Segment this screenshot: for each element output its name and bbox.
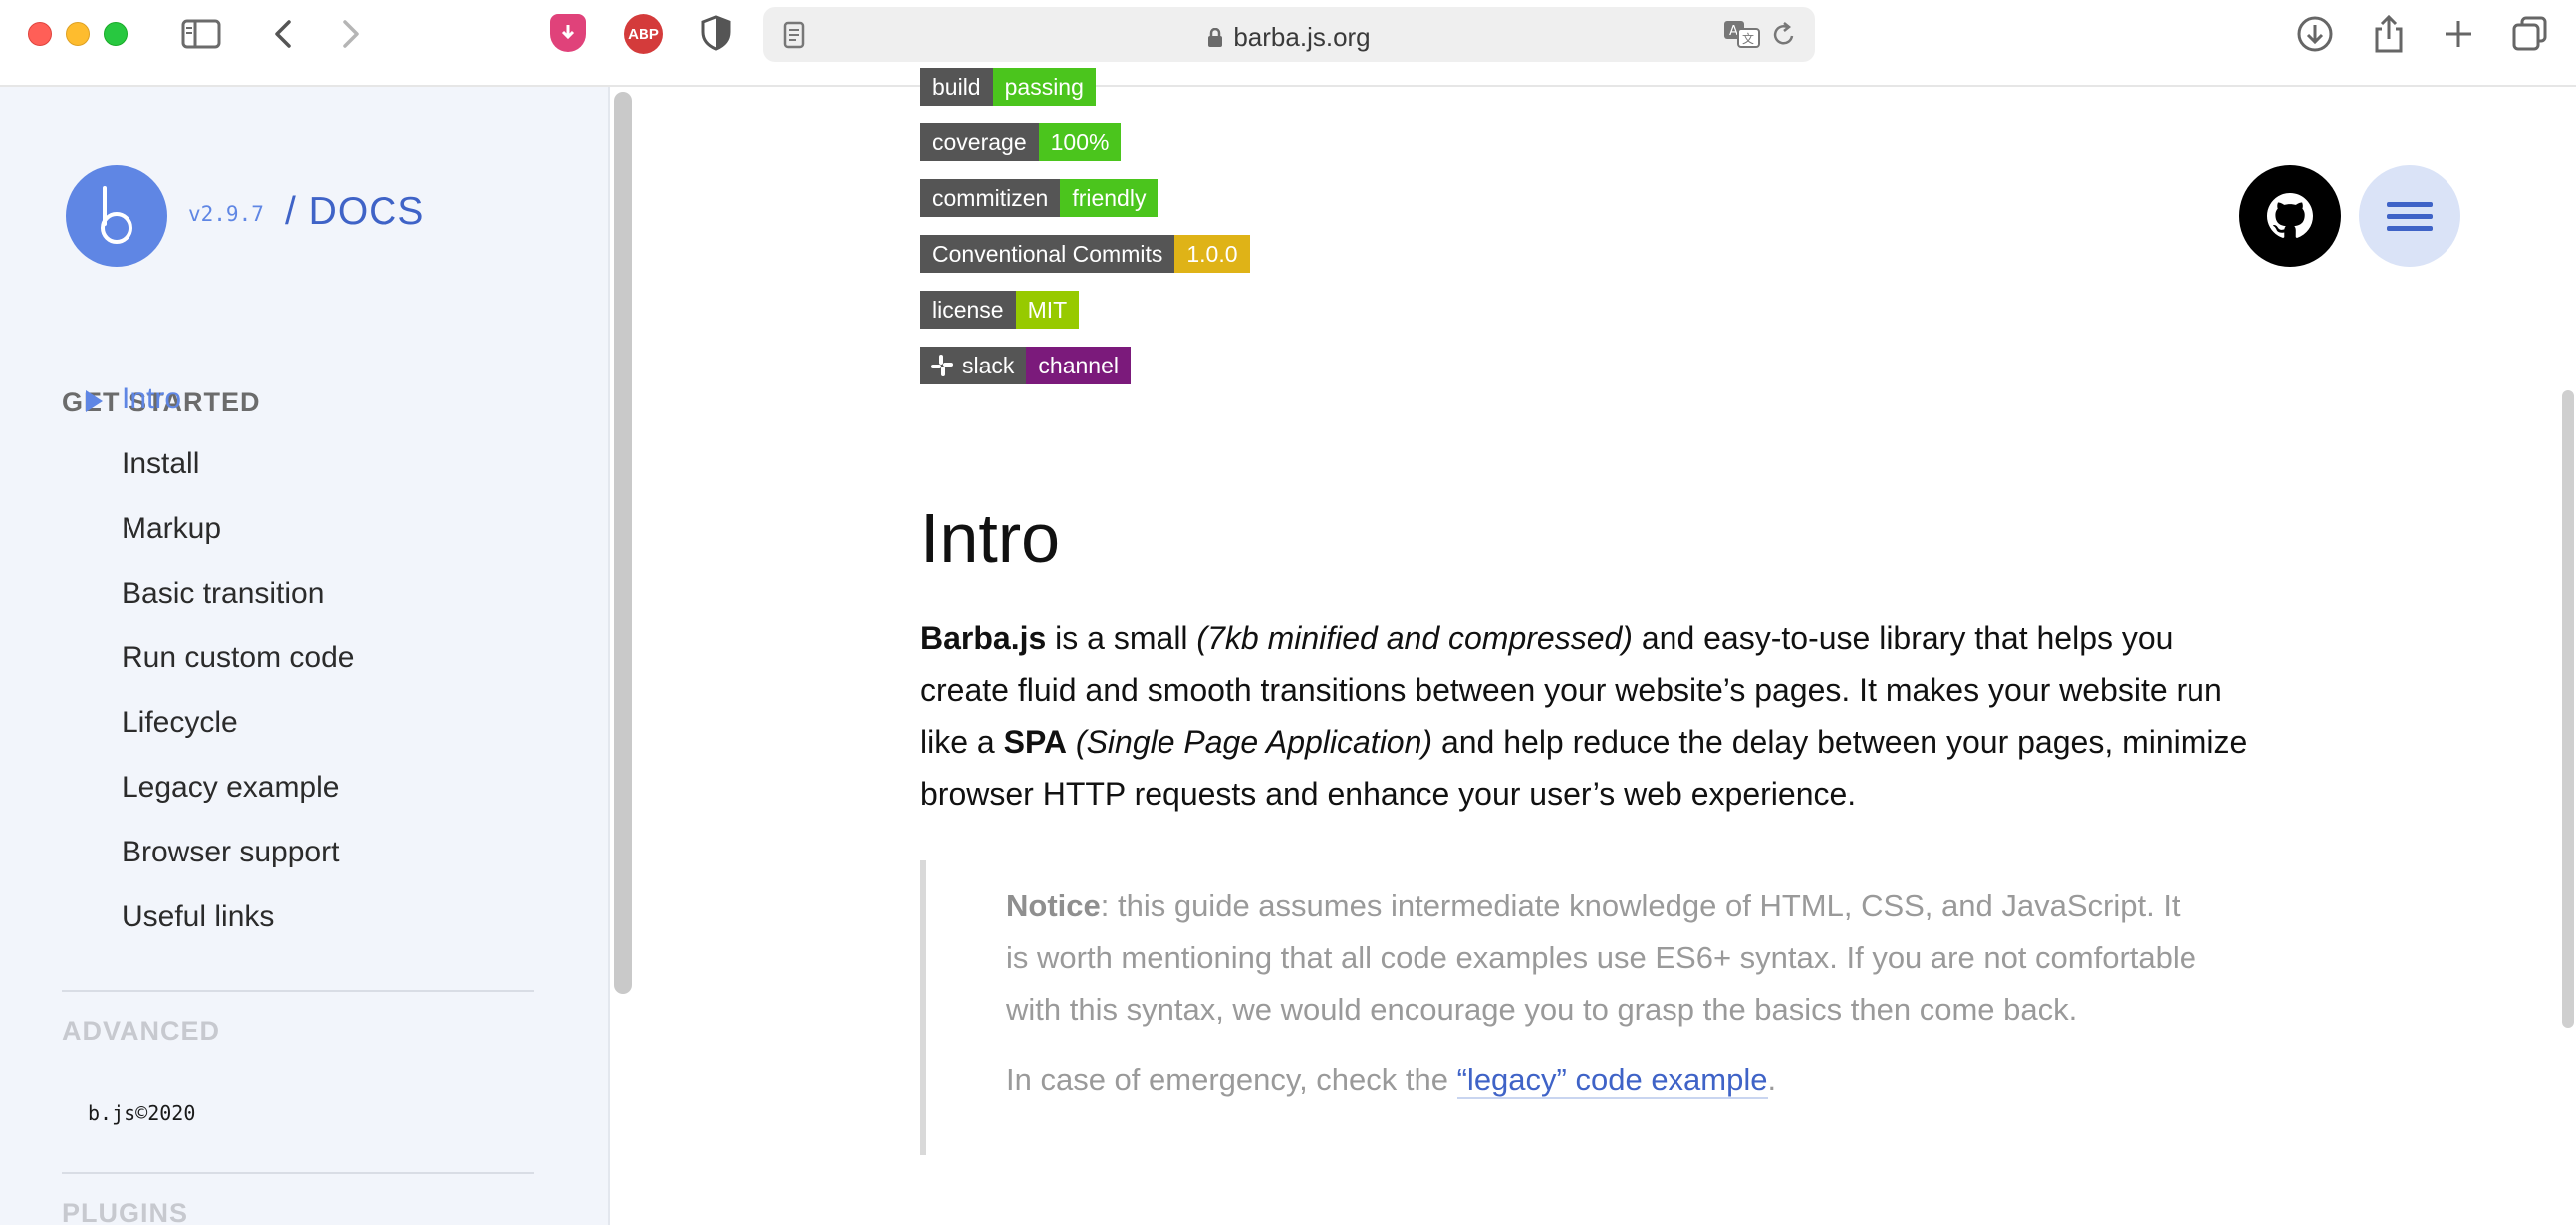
badge-value: 100% bbox=[1038, 123, 1122, 161]
badge-conventional-commits[interactable]: Conventional Commits 1.0.0 bbox=[920, 235, 1250, 273]
translate-icon[interactable]: A文 bbox=[1723, 20, 1761, 53]
badge-value: 1.0.0 bbox=[1174, 235, 1250, 273]
section-advanced[interactable]: ADVANCED bbox=[62, 1016, 220, 1047]
lock-icon bbox=[1207, 24, 1223, 47]
badge-commitizen[interactable]: commitizen friendly bbox=[920, 179, 1159, 217]
emphasis: (7kb minified and compressed) bbox=[1196, 620, 1633, 656]
badge-label: Conventional Commits bbox=[920, 235, 1175, 273]
text: is a small bbox=[1046, 620, 1197, 656]
badge-value: channel bbox=[1026, 347, 1131, 384]
adblock-label: ABP bbox=[628, 25, 659, 43]
sidebar-item-browser-support[interactable]: Browser support bbox=[122, 836, 339, 869]
close-window-button[interactable] bbox=[28, 22, 52, 46]
docs-link[interactable]: / DOCS bbox=[285, 190, 424, 234]
sidebar-icon[interactable] bbox=[179, 14, 223, 54]
sidebar-item-markup[interactable]: Markup bbox=[122, 512, 221, 546]
badge-license[interactable]: license MIT bbox=[920, 291, 1080, 329]
sidebar-divider bbox=[62, 990, 534, 992]
badge-label: coverage bbox=[920, 123, 1039, 161]
share-icon[interactable] bbox=[2367, 14, 2411, 54]
sidebar-item-lifecycle[interactable]: Lifecycle bbox=[122, 706, 238, 740]
docs-sidebar: v2.9.7 / DOCS GET STARTED Intro Install … bbox=[0, 87, 610, 1225]
legacy-code-link[interactable]: “legacy” code example bbox=[1456, 1062, 1768, 1099]
address-bar[interactable]: barba.js.org A文 bbox=[763, 7, 1815, 62]
url-text: barba.js.org bbox=[1233, 22, 1371, 52]
barba-logo[interactable] bbox=[66, 165, 167, 267]
sidebar-item-run-custom-code[interactable]: Run custom code bbox=[122, 641, 354, 675]
strong: SPA bbox=[1003, 724, 1068, 760]
copyright: b.js©2020 bbox=[88, 1102, 196, 1125]
forward-icon[interactable] bbox=[329, 14, 373, 54]
sidebar-scrollbar[interactable] bbox=[614, 92, 632, 994]
reload-icon[interactable] bbox=[1771, 21, 1797, 54]
hamburger-icon bbox=[2387, 195, 2433, 238]
sidebar-item-install[interactable]: Install bbox=[122, 447, 199, 481]
badge-value: friendly bbox=[1060, 179, 1159, 217]
ublock-icon[interactable] bbox=[550, 14, 586, 52]
emphasis: (Single Page Application) bbox=[1075, 724, 1433, 760]
privacy-icon[interactable] bbox=[697, 14, 735, 52]
minimize-window-button[interactable] bbox=[66, 22, 90, 46]
brand-name: Barba.js bbox=[920, 620, 1047, 656]
badge-label: commitizen bbox=[920, 179, 1061, 217]
active-caret-icon bbox=[86, 390, 103, 412]
download-icon[interactable] bbox=[2293, 14, 2337, 54]
notice-paragraph: Notice: this guide assumes intermediate … bbox=[1006, 880, 2201, 1036]
sidebar-divider bbox=[62, 1172, 534, 1174]
main-scrollbar[interactable] bbox=[2562, 390, 2574, 1028]
svg-text:文: 文 bbox=[1742, 31, 1754, 46]
version-label: v2.9.7 bbox=[188, 202, 264, 226]
sidebar-item-legacy-example[interactable]: Legacy example bbox=[122, 771, 339, 805]
svg-text:A: A bbox=[1729, 24, 1738, 39]
zoom-window-button[interactable] bbox=[104, 22, 128, 46]
browser-toolbar: ABP barba.js.org A文 bbox=[0, 0, 2576, 87]
intro-paragraph: Barba.js is a small (7kb minified and co… bbox=[920, 612, 2255, 820]
text: . bbox=[1767, 1062, 1777, 1097]
sidebar-item-useful-links[interactable]: Useful links bbox=[122, 900, 274, 934]
adblock-icon[interactable]: ABP bbox=[624, 14, 663, 54]
tabs-overview-icon[interactable] bbox=[2508, 14, 2552, 54]
badge-coverage[interactable]: coverage 100% bbox=[920, 123, 1122, 161]
section-plugins[interactable]: PLUGINS bbox=[62, 1198, 188, 1225]
badge-value: passing bbox=[992, 68, 1096, 106]
badge-build[interactable]: build passing bbox=[920, 68, 1096, 106]
menu-button[interactable] bbox=[2359, 165, 2460, 267]
back-icon[interactable] bbox=[261, 14, 305, 54]
badge-label: slack bbox=[920, 347, 1027, 384]
text bbox=[1067, 724, 1076, 760]
notice-text: : this guide assumes intermediate knowle… bbox=[1006, 888, 2196, 1027]
notice-blockquote: Notice: this guide assumes intermediate … bbox=[920, 860, 2215, 1155]
url-display: barba.js.org bbox=[763, 22, 1815, 53]
new-tab-icon[interactable] bbox=[2437, 14, 2480, 54]
badge-value: MIT bbox=[1015, 291, 1080, 329]
badge-label: license bbox=[920, 291, 1016, 329]
sidebar-item-intro[interactable]: Intro bbox=[122, 382, 181, 416]
slack-icon bbox=[930, 351, 954, 388]
github-icon bbox=[2267, 193, 2313, 238]
github-button[interactable] bbox=[2239, 165, 2341, 267]
page-title: Intro bbox=[920, 499, 1061, 577]
emergency-text: In case of emergency, check the bbox=[1006, 1062, 1457, 1097]
badge-label-text: slack bbox=[962, 353, 1015, 378]
notice-label: Notice bbox=[1006, 888, 1101, 923]
sidebar-item-basic-transition[interactable]: Basic transition bbox=[122, 577, 324, 611]
badge-slack[interactable]: slack channel bbox=[920, 347, 1131, 384]
emergency-paragraph: In case of emergency, check the “legacy”… bbox=[1006, 1054, 2215, 1105]
badge-label: build bbox=[920, 68, 993, 106]
